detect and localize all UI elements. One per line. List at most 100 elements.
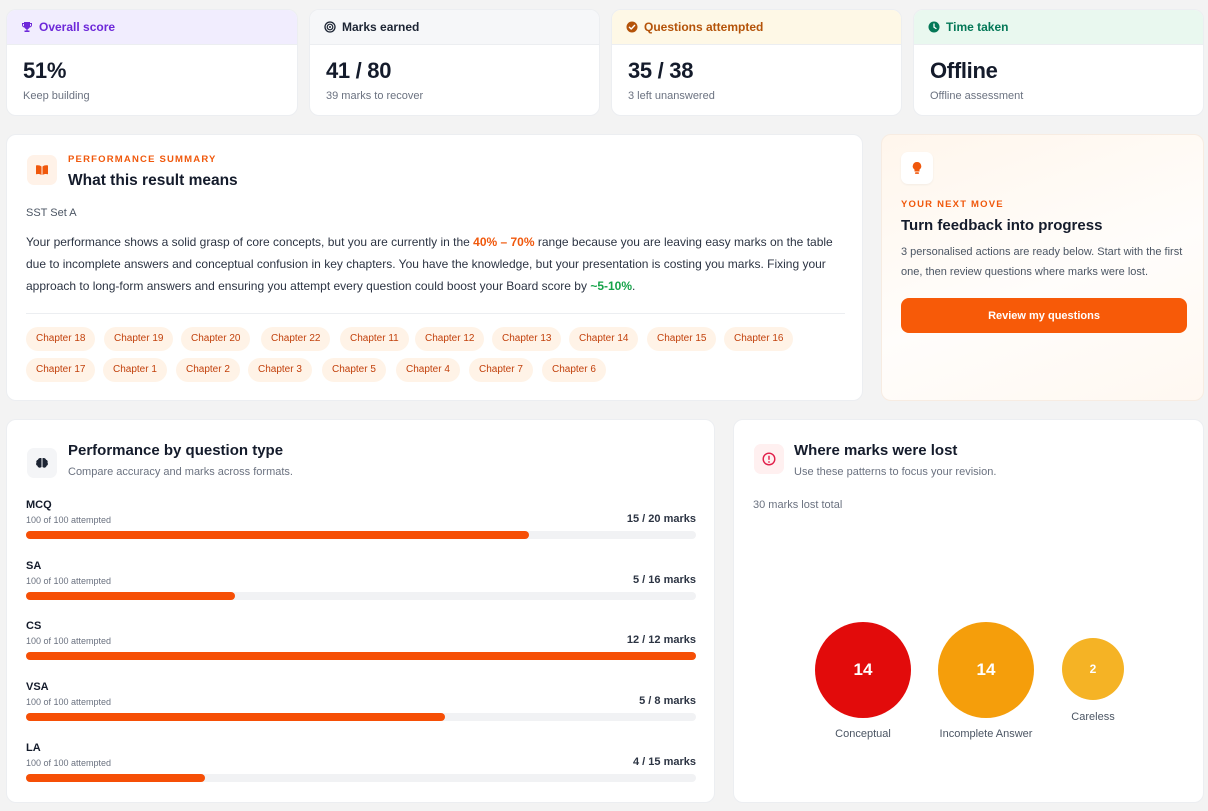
stat-title: Marks earned xyxy=(342,20,420,34)
progress-fill xyxy=(26,531,529,539)
marks-lost-subtitle: Use these patterns to focus your revisio… xyxy=(794,466,997,478)
next-move-description: 3 personalised actions are ready below. … xyxy=(901,246,1183,278)
progress-track xyxy=(26,531,696,539)
brain-icon xyxy=(27,448,57,478)
question-type-row: LA 100 of 100 attempted 4 / 15 marks xyxy=(26,742,696,797)
stat-subtext: Keep building xyxy=(23,90,90,102)
summary-text: . xyxy=(632,279,636,293)
chapter-chip[interactable]: Chapter 14 xyxy=(569,327,639,351)
stat-subtext: Offline assessment xyxy=(930,90,1024,102)
chapter-chip[interactable]: Chapter 17 xyxy=(26,358,96,382)
question-type-row: VSA 100 of 100 attempted 5 / 8 marks xyxy=(26,681,696,736)
marks-value: 15 / 20 marks xyxy=(626,513,696,525)
question-type-row: SA 100 of 100 attempted 5 / 16 marks xyxy=(26,560,696,615)
chapter-chip[interactable]: Chapter 4 xyxy=(396,358,460,382)
bubble-value: 14 xyxy=(853,660,873,679)
review-questions-button[interactable]: Review my questions xyxy=(901,298,1187,333)
marks-value: 5 / 16 marks xyxy=(633,574,696,586)
target-icon xyxy=(324,21,336,33)
question-type-name: MCQ xyxy=(26,499,52,511)
summary-text: Your performance shows a solid grasp of … xyxy=(26,235,474,249)
stat-title: Overall score xyxy=(39,20,116,34)
question-type-name: VSA xyxy=(26,681,49,693)
bubble-label: Careless xyxy=(1071,711,1115,723)
question-type-name: LA xyxy=(26,742,41,754)
bubble-label: Conceptual xyxy=(835,728,891,740)
chapter-chip[interactable]: Chapter 15 xyxy=(647,327,717,351)
stat-header: Marks earned xyxy=(310,10,599,45)
stat-value: 41 / 80 xyxy=(326,58,392,83)
question-type-row: MCQ 100 of 100 attempted 15 / 20 marks xyxy=(26,499,696,554)
progress-track xyxy=(26,713,696,721)
progress-fill xyxy=(26,713,445,721)
summary-title: What this result means xyxy=(68,172,238,189)
question-type-card: Performance by question type Compare acc… xyxy=(6,419,715,803)
marks-value: 4 / 15 marks xyxy=(633,756,696,768)
stat-header: Overall score xyxy=(7,10,297,45)
attempted-count: 100 of 100 attempted xyxy=(26,636,112,646)
chapter-chip[interactable]: Chapter 1 xyxy=(103,358,167,382)
check-circle-icon xyxy=(626,21,638,33)
stat-card-marks-earned: Marks earned 41 / 80 39 marks to recover xyxy=(309,9,600,116)
marks-lost-card: Where marks were lost Use these patterns… xyxy=(733,419,1204,803)
bubble-value: 2 xyxy=(1089,662,1097,676)
performance-summary-card: PERFORMANCE SUMMARY What this result mea… xyxy=(6,134,863,401)
marks-value: 5 / 8 marks xyxy=(639,695,696,707)
attempted-count: 100 of 100 attempted xyxy=(26,515,112,525)
question-type-name: CS xyxy=(26,620,42,632)
chapter-chip[interactable]: Chapter 6 xyxy=(542,358,606,382)
stat-value: 35 / 38 xyxy=(628,58,694,83)
marks-lost-title: Where marks were lost xyxy=(794,442,958,459)
chapter-chip[interactable]: Chapter 7 xyxy=(469,358,533,382)
divider xyxy=(26,313,845,314)
chapter-chip[interactable]: Chapter 19 xyxy=(104,327,174,351)
score-range-highlight: 40% – 70% xyxy=(473,235,535,249)
chapter-chip[interactable]: Chapter 22 xyxy=(261,327,331,351)
summary-eyebrow: PERFORMANCE SUMMARY xyxy=(68,154,217,165)
progress-track xyxy=(26,652,696,660)
attempted-count: 100 of 100 attempted xyxy=(26,697,112,707)
bubble-conceptual[interactable]: 14 xyxy=(815,622,911,718)
summary-paragraph: Your performance shows a solid grasp of … xyxy=(26,231,851,297)
stat-card-overall-score: Overall score 51% Keep building xyxy=(6,9,298,116)
exam-set-label: SST Set A xyxy=(26,207,77,219)
chapter-chip[interactable]: Chapter 16 xyxy=(724,327,794,351)
stat-header: Time taken xyxy=(914,10,1203,45)
stat-subtext: 39 marks to recover xyxy=(326,90,424,102)
stat-value: 51% xyxy=(23,58,67,83)
clock-icon xyxy=(928,21,940,33)
book-icon xyxy=(27,155,57,185)
next-move-eyebrow: YOUR NEXT MOVE xyxy=(901,199,1004,210)
chapter-chip[interactable]: Chapter 20 xyxy=(181,327,251,351)
question-type-title: Performance by question type xyxy=(68,442,284,459)
bubble-incomplete-answer[interactable]: 14 xyxy=(938,622,1034,718)
chapter-chip[interactable]: Chapter 2 xyxy=(176,358,240,382)
bubble-value: 14 xyxy=(976,660,996,679)
progress-track xyxy=(26,592,696,600)
alert-circle-icon xyxy=(754,444,784,474)
question-type-subtitle: Compare accuracy and marks across format… xyxy=(68,466,293,478)
trophy-icon xyxy=(21,21,33,33)
chapter-chip[interactable]: Chapter 13 xyxy=(492,327,562,351)
chapter-chip[interactable]: Chapter 18 xyxy=(26,327,96,351)
next-move-card: YOUR NEXT MOVE Turn feedback into progre… xyxy=(881,134,1204,401)
next-move-title: Turn feedback into progress xyxy=(901,217,1103,234)
chapter-chip[interactable]: Chapter 5 xyxy=(322,358,386,382)
lightbulb-icon xyxy=(901,152,933,184)
progress-fill xyxy=(26,774,205,782)
stat-header: Questions attempted xyxy=(612,10,901,45)
stat-value: Offline xyxy=(930,58,998,83)
boost-highlight: ~5-10% xyxy=(590,279,633,293)
stat-subtext: 3 left unanswered xyxy=(628,90,715,102)
stat-card-time-taken: Time taken Offline Offline assessment xyxy=(913,9,1204,116)
chapter-chip[interactable]: Chapter 12 xyxy=(415,327,485,351)
stat-title: Time taken xyxy=(946,20,1009,34)
progress-track xyxy=(26,774,696,782)
marks-lost-total: 30 marks lost total xyxy=(753,499,843,511)
attempted-count: 100 of 100 attempted xyxy=(26,758,112,768)
question-type-row: CS 100 of 100 attempted 12 / 12 marks xyxy=(26,620,696,675)
chapter-chip[interactable]: Chapter 3 xyxy=(248,358,312,382)
bubble-careless[interactable]: 2 xyxy=(1062,638,1124,700)
progress-fill xyxy=(26,592,236,600)
chapter-chip[interactable]: Chapter 11 xyxy=(340,327,409,351)
